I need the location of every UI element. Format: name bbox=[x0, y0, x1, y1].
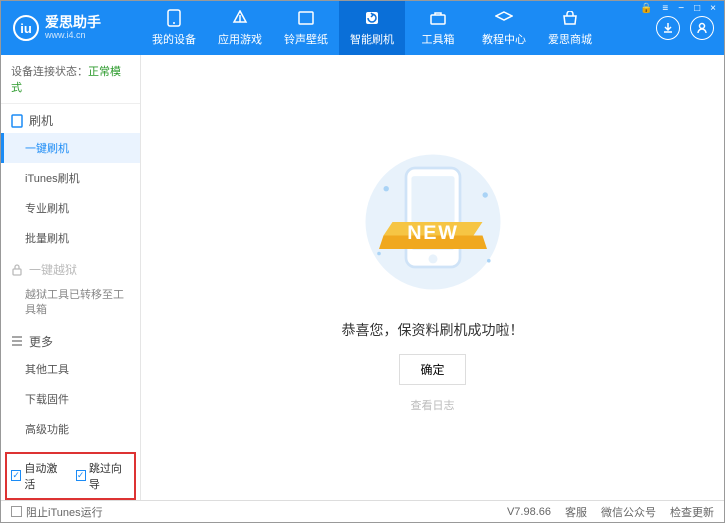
sidebar: 设备连接状态：正常模式 刷机 一键刷机 iTunes刷机 专业刷机 批量刷机 一… bbox=[1, 55, 141, 500]
logo-icon: iu bbox=[13, 15, 39, 41]
apps-icon bbox=[231, 9, 249, 27]
close-button[interactable]: × bbox=[708, 3, 718, 14]
nav-label: 铃声壁纸 bbox=[284, 31, 328, 47]
wallpaper-icon bbox=[297, 9, 315, 27]
minimize-button[interactable]: − bbox=[676, 3, 686, 14]
nav-apps[interactable]: 应用游戏 bbox=[207, 1, 273, 55]
success-illustration: NEW bbox=[343, 142, 523, 302]
list-icon bbox=[11, 336, 23, 346]
svg-text:NEW: NEW bbox=[407, 222, 459, 244]
app-url: www.i4.cn bbox=[45, 31, 101, 41]
nav-label: 我的设备 bbox=[152, 31, 196, 47]
grad-cap-icon bbox=[495, 9, 513, 27]
window-controls: 🔒 ≡ − □ × bbox=[638, 3, 718, 14]
nav-label: 教程中心 bbox=[482, 31, 526, 47]
connection-status: 设备连接状态：正常模式 bbox=[1, 55, 140, 104]
checkbox-block-itunes[interactable] bbox=[11, 506, 22, 517]
menu-pro-flash[interactable]: 专业刷机 bbox=[1, 193, 140, 223]
jailbreak-note: 越狱工具已转移至工具箱 bbox=[1, 282, 140, 325]
nav-label: 工具箱 bbox=[422, 31, 455, 47]
menu-icon[interactable]: ≡ bbox=[660, 3, 670, 14]
success-message: 恭喜您，保资料刷机成功啦！ bbox=[342, 320, 524, 340]
nav-flash[interactable]: 智能刷机 bbox=[339, 1, 405, 55]
header: iu 爱思助手 www.i4.cn 我的设备 应用游戏 铃声壁纸 智能刷机 工具… bbox=[1, 1, 724, 55]
menu-one-click-flash[interactable]: 一键刷机 bbox=[1, 133, 140, 163]
check-update-link[interactable]: 检查更新 bbox=[670, 504, 714, 520]
menu-download-fw[interactable]: 下载固件 bbox=[1, 384, 140, 414]
app-title: 爱思助手 bbox=[45, 15, 101, 30]
download-button[interactable] bbox=[656, 16, 680, 40]
version-label: V7.98.66 bbox=[507, 506, 551, 518]
check-icon: ✓ bbox=[11, 470, 21, 481]
phone-icon bbox=[165, 9, 183, 27]
footer: 阻止iTunes运行 V7.98.66 客服 微信公众号 检查更新 bbox=[1, 500, 724, 522]
options-highlight: ✓ 自动激活 ✓ 跳过向导 bbox=[5, 452, 136, 500]
menu-other-tools[interactable]: 其他工具 bbox=[1, 354, 140, 384]
nav-label: 爱思商城 bbox=[548, 31, 592, 47]
menu-advanced[interactable]: 高级功能 bbox=[1, 414, 140, 444]
view-log-link[interactable]: 查看日志 bbox=[411, 397, 455, 413]
check-icon: ✓ bbox=[76, 470, 86, 481]
lock-icon bbox=[11, 264, 23, 276]
logo: iu 爱思助手 www.i4.cn bbox=[1, 15, 141, 41]
flash-icon bbox=[363, 9, 381, 27]
maximize-button[interactable]: □ bbox=[692, 3, 702, 14]
nav-label: 智能刷机 bbox=[350, 31, 394, 47]
lock-icon[interactable]: 🔒 bbox=[638, 3, 654, 14]
support-link[interactable]: 客服 bbox=[565, 504, 587, 520]
nav-my-device[interactable]: 我的设备 bbox=[141, 1, 207, 55]
user-button[interactable] bbox=[690, 16, 714, 40]
main-nav: 我的设备 应用游戏 铃声壁纸 智能刷机 工具箱 教程中心 爱思商城 bbox=[141, 1, 646, 55]
store-icon bbox=[561, 9, 579, 27]
nav-toolbox[interactable]: 工具箱 bbox=[405, 1, 471, 55]
side-section-more[interactable]: 更多 bbox=[1, 325, 140, 354]
nav-tutorials[interactable]: 教程中心 bbox=[471, 1, 537, 55]
device-icon bbox=[11, 114, 23, 128]
wechat-link[interactable]: 微信公众号 bbox=[601, 504, 656, 520]
nav-label: 应用游戏 bbox=[218, 31, 262, 47]
side-section-flash[interactable]: 刷机 bbox=[1, 104, 140, 133]
toolbox-icon bbox=[429, 9, 447, 27]
main-content: NEW 恭喜您，保资料刷机成功啦！ 确定 查看日志 bbox=[141, 55, 724, 500]
menu-itunes-flash[interactable]: iTunes刷机 bbox=[1, 163, 140, 193]
side-section-jailbreak: 一键越狱 bbox=[1, 253, 140, 282]
nav-store[interactable]: 爱思商城 bbox=[537, 1, 603, 55]
checkbox-skip-guide[interactable]: ✓ 跳过向导 bbox=[76, 460, 131, 492]
header-right bbox=[646, 16, 724, 40]
menu-batch-flash[interactable]: 批量刷机 bbox=[1, 223, 140, 253]
ok-button[interactable]: 确定 bbox=[399, 354, 465, 385]
nav-ringtones[interactable]: 铃声壁纸 bbox=[273, 1, 339, 55]
checkbox-auto-activate[interactable]: ✓ 自动激活 bbox=[11, 460, 66, 492]
block-itunes-label: 阻止iTunes运行 bbox=[26, 504, 103, 520]
